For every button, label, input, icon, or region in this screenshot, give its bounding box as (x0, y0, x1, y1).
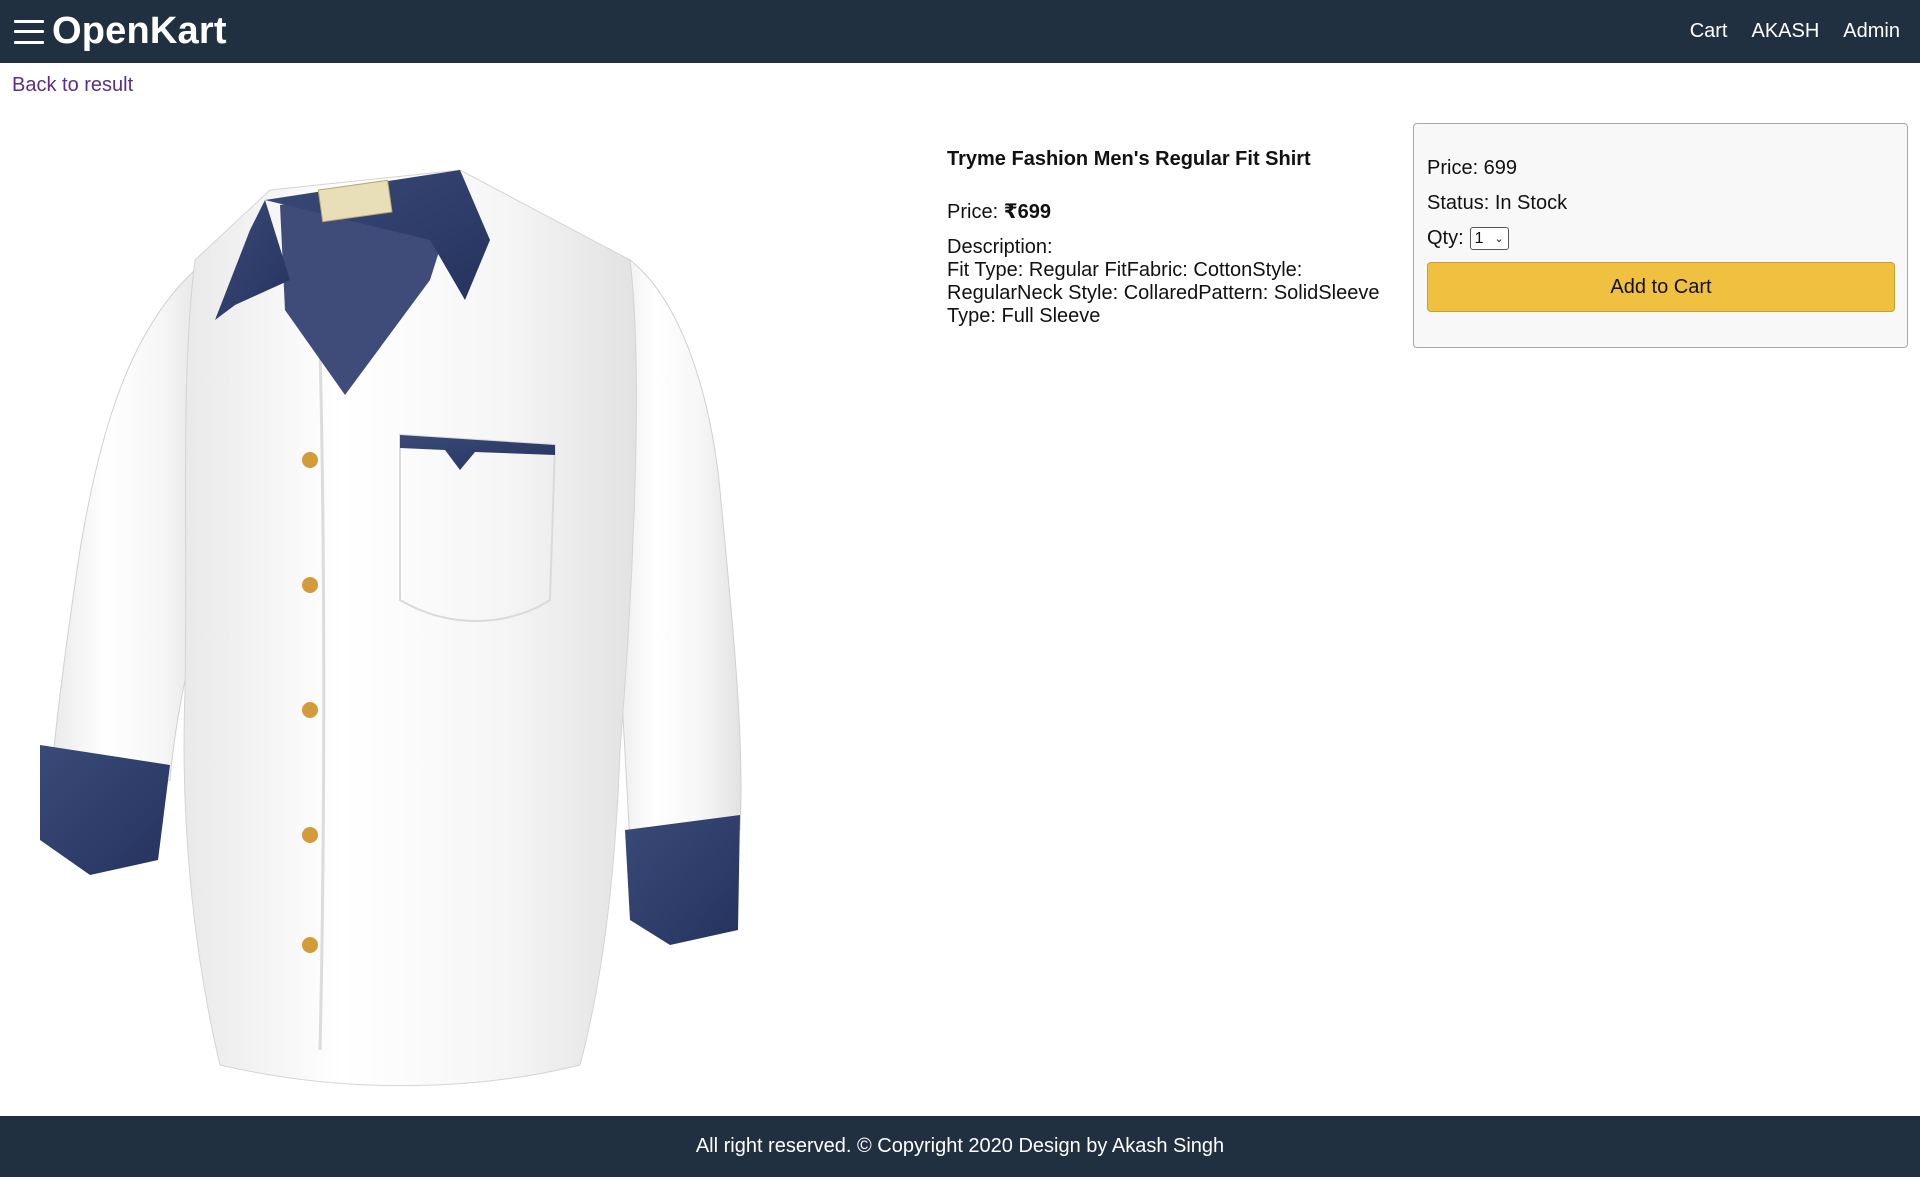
price-value: ₹699 (1003, 201, 1051, 223)
card-status: Status: In Stock (1427, 192, 1568, 214)
footer-text: All right reserved. © Copyright 2020 Des… (695, 1135, 1225, 1157)
card-price: Price: 699 (1427, 157, 1518, 179)
brand-link[interactable]: OpenKart (14, 10, 227, 53)
product-image (20, 130, 760, 1090)
qty-row: Qty: 1 ⌄ (1427, 227, 1894, 250)
description-label: Description: (947, 236, 1053, 258)
nav-user-link[interactable]: AKASH (1751, 20, 1819, 43)
qty-select[interactable]: 1 ⌄ (1469, 227, 1509, 250)
page: OpenKart Cart AKASH Admin Back to result (0, 0, 1920, 1177)
qty-label: Qty: (1427, 227, 1464, 249)
nav-admin-link[interactable]: Admin (1843, 20, 1900, 43)
product-details: Tryme Fashion Men's Regular Fit Shirt Pr… (947, 148, 1387, 328)
top-nav: Cart AKASH Admin (1690, 20, 1900, 43)
nav-cart-link[interactable]: Cart (1690, 20, 1728, 43)
chevron-down-icon: ⌄ (1494, 233, 1504, 245)
add-to-cart-button[interactable]: Add to Cart (1427, 262, 1895, 312)
price-label: Price: (947, 201, 999, 223)
back-to-result-link[interactable]: Back to result (12, 74, 133, 97)
footer: All right reserved. © Copyright 2020 Des… (0, 1116, 1920, 1177)
product-title: Tryme Fashion Men's Regular Fit Shirt (947, 148, 1311, 170)
product-price: Price: ₹699 (947, 199, 1387, 224)
qty-value: 1 (1474, 229, 1484, 247)
hamburger-menu-icon[interactable] (14, 17, 44, 47)
header: OpenKart Cart AKASH Admin (0, 0, 1920, 63)
brand-name[interactable]: OpenKart (52, 10, 227, 53)
description-text: Fit Type: Regular FitFabric: CottonStyle… (947, 259, 1380, 327)
purchase-card: Price: 699 Status: In Stock Qty: 1 ⌄ Add… (1413, 123, 1908, 348)
